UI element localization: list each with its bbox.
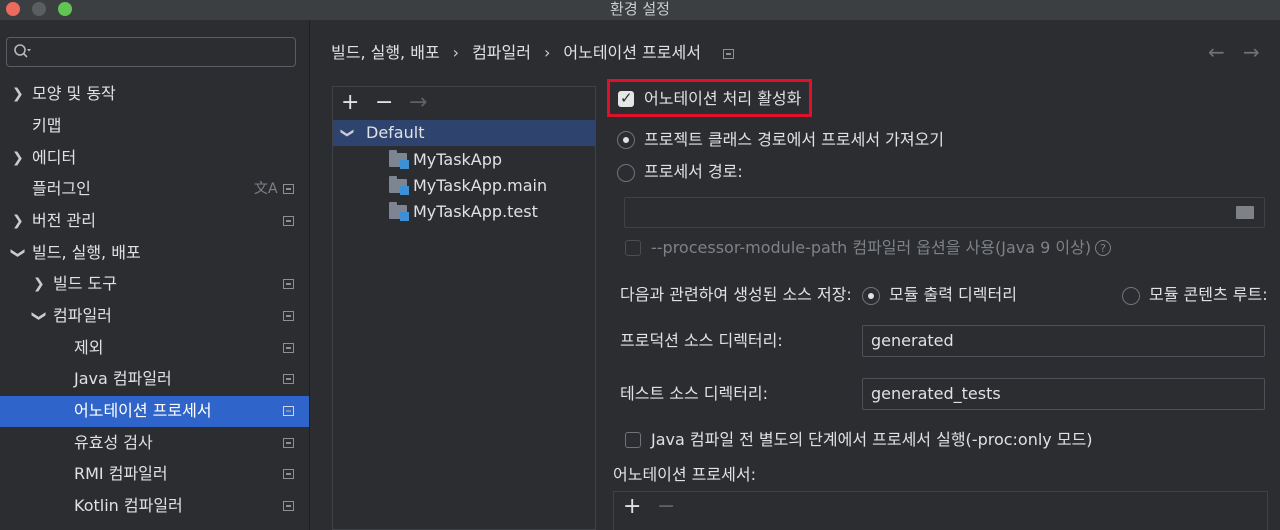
sidebar-item-label: 어노테이션 프로세서 <box>74 401 212 420</box>
breadcrumb-item: 어노테이션 프로세서 <box>563 43 701 62</box>
sidebar-item-compiler[interactable]: ❯ 컴파일러 <box>0 301 309 331</box>
project-settings-icon <box>283 406 294 416</box>
module-content-root-radio[interactable] <box>1122 287 1140 305</box>
processor-path-label: 프로세서 경로: <box>644 162 743 181</box>
move-to-profile-button[interactable]: → <box>409 90 427 116</box>
project-settings-icon <box>283 374 294 384</box>
breadcrumb-separator: › <box>543 43 551 62</box>
obtain-from-classpath-label: 프로젝트 클래스 경로에서 프로세서 가져오기 <box>644 130 945 149</box>
production-sources-directory-label: 프로덕션 소스 디렉터리: <box>620 331 783 350</box>
sidebar-item-annotation-processors[interactable]: 어노테이션 프로세서 <box>0 396 309 427</box>
profile-tree-item-module[interactable]: MyTaskApp.main <box>333 173 595 199</box>
forward-arrow-icon[interactable]: → <box>1243 40 1260 64</box>
project-settings-icon <box>283 216 294 226</box>
module-content-root-label: 모듈 콘텐츠 루트: <box>1149 285 1268 304</box>
module-output-directory-radio[interactable] <box>862 287 880 305</box>
proc-only-label: Java 컴파일 전 별도의 단계에서 프로세서 실행(-proc:only 모… <box>651 430 1093 449</box>
sidebar-item-build-tools[interactable]: ❯ 빌드 도구 <box>0 269 309 299</box>
module-label: MyTaskApp.main <box>413 176 548 195</box>
sidebar-item-label: 플러그인 <box>32 179 91 198</box>
module-folder-icon <box>389 150 409 169</box>
sidebar-item-label: RMI 컴파일러 <box>74 464 168 483</box>
module-label: MyTaskApp <box>413 150 503 169</box>
sidebar-item-label: 에디터 <box>32 148 77 167</box>
sidebar-item-label: Kotlin 컴파일러 <box>74 496 183 515</box>
back-arrow-icon[interactable]: ← <box>1208 40 1225 64</box>
sidebar-item-label: 유효성 검사 <box>74 433 153 452</box>
module-folder-icon <box>389 176 409 195</box>
chevron-down-icon: ❯ <box>339 127 355 139</box>
production-sources-directory-input[interactable]: generated <box>862 325 1265 357</box>
remove-processor-button[interactable]: − <box>657 494 675 520</box>
sidebar-item-validation[interactable]: 유효성 검사 <box>0 428 309 458</box>
search-icon <box>13 43 31 65</box>
sidebar-item-editor[interactable]: ❯ 에디터 <box>0 143 309 173</box>
processor-path-radio[interactable] <box>617 164 635 182</box>
sidebar-item-keymap[interactable]: 키맵 <box>0 111 309 141</box>
chevron-right-icon: ❯ <box>12 86 24 102</box>
sidebar-item-label: 모양 및 동작 <box>32 84 116 103</box>
translate-icon: 文A <box>254 181 278 197</box>
profile-tree-item-default[interactable]: ❯ Default <box>333 120 595 146</box>
remove-profile-button[interactable]: − <box>375 90 393 116</box>
breadcrumb-separator: › <box>452 43 460 62</box>
project-settings-icon <box>283 469 294 479</box>
breadcrumb: 빌드, 실행, 배포 › 컴파일러 › 어노테이션 프로세서 <box>331 38 734 68</box>
sidebar-item-java-compiler[interactable]: Java 컴파일러 <box>0 364 309 394</box>
store-generated-sources-label: 다음과 관련하여 생성된 소스 저장: <box>620 285 852 304</box>
annotation-processors-list <box>613 491 1268 530</box>
obtain-from-classpath-radio[interactable] <box>617 131 635 149</box>
project-settings-icon <box>283 438 294 448</box>
test-sources-directory-input[interactable]: generated_tests <box>862 378 1265 410</box>
breadcrumb-item[interactable]: 빌드, 실행, 배포 <box>331 43 440 62</box>
test-sources-directory-label: 테스트 소스 디렉터리: <box>620 384 769 403</box>
sidebar-item-excludes[interactable]: 제외 <box>0 333 309 363</box>
sidebar-item-label: 빌드, 실행, 배포 <box>32 243 141 262</box>
help-icon[interactable]: ? <box>1095 240 1112 256</box>
project-settings-icon <box>283 501 294 511</box>
project-settings-icon <box>283 311 294 321</box>
sidebar-item-label: 제외 <box>74 338 104 357</box>
module-folder-icon <box>389 202 409 221</box>
processor-module-path-label: --processor-module-path 컴파일러 옵션을 사용(Java… <box>651 236 1112 260</box>
folder-open-icon[interactable] <box>1236 206 1254 219</box>
chevron-down-icon: ❯ <box>9 247 26 259</box>
sidebar-item-kotlin-compiler[interactable]: Kotlin 컴파일러 <box>0 491 309 521</box>
enable-annotation-processing-checkbox[interactable] <box>618 89 634 107</box>
project-settings-icon <box>283 279 294 289</box>
annotation-processors-label: 어노테이션 프로세서: <box>613 465 756 484</box>
sidebar-item-appearance[interactable]: ❯ 모양 및 동작 <box>0 79 309 109</box>
profile-tree-item-module[interactable]: MyTaskApp <box>333 147 595 173</box>
profile-label: Default <box>366 123 425 142</box>
sidebar-item-label: 키맵 <box>32 116 62 135</box>
enable-annotation-processing-label: 어노테이션 처리 활성화 <box>644 89 802 108</box>
sidebar-item-label: 버전 관리 <box>32 211 96 230</box>
chevron-right-icon: ❯ <box>12 213 24 229</box>
processor-module-path-text: --processor-module-path 컴파일러 옵션을 사용(Java… <box>651 238 1092 257</box>
window-title: 환경 설정 <box>610 0 670 18</box>
module-output-directory-label: 모듈 출력 디렉터리 <box>889 285 1017 304</box>
profile-tree-item-module[interactable]: MyTaskApp.test <box>333 199 595 225</box>
sidebar-item-label: 컴파일러 <box>53 306 112 325</box>
sidebar-item-version-control[interactable]: ❯ 버전 관리 <box>0 206 309 236</box>
add-processor-button[interactable]: + <box>623 494 641 520</box>
sidebar-item-plugins[interactable]: 플러그인 文A <box>0 174 309 204</box>
module-label: MyTaskApp.test <box>413 202 538 221</box>
proc-only-checkbox[interactable] <box>625 432 641 448</box>
search-input[interactable] <box>6 37 296 67</box>
add-profile-button[interactable]: + <box>341 90 359 116</box>
sidebar-item-label: Java 컴파일러 <box>74 369 172 388</box>
chevron-right-icon: ❯ <box>12 150 24 166</box>
chevron-down-icon: ❯ <box>30 310 47 322</box>
sidebar-item-rmi-compiler[interactable]: RMI 컴파일러 <box>0 459 309 489</box>
project-settings-icon <box>283 184 294 194</box>
breadcrumb-item[interactable]: 컴파일러 <box>472 43 531 62</box>
processor-module-path-checkbox[interactable] <box>625 240 641 256</box>
project-settings-icon <box>283 343 294 353</box>
sidebar-item-label: 빌드 도구 <box>53 274 117 293</box>
chevron-right-icon: ❯ <box>33 276 45 292</box>
processor-path-input[interactable] <box>624 197 1265 228</box>
project-settings-icon <box>722 49 734 59</box>
sidebar-item-build-execution-deployment[interactable]: ❯ 빌드, 실행, 배포 <box>0 238 309 268</box>
